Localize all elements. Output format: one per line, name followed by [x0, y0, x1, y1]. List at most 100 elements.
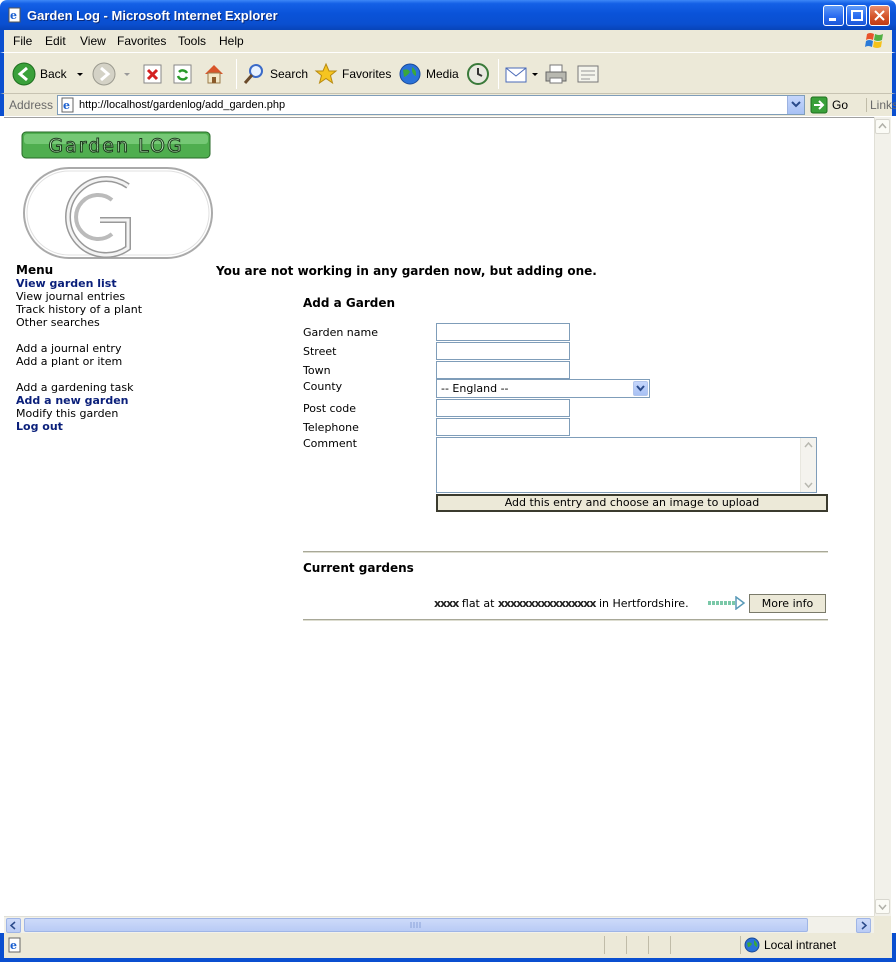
- minimize-button[interactable]: [823, 5, 844, 26]
- status-segment: [648, 936, 649, 954]
- menu-view[interactable]: View: [80, 34, 106, 48]
- maximize-button[interactable]: [846, 5, 867, 26]
- scroll-right-button[interactable]: [856, 918, 871, 933]
- address-label: Address: [9, 98, 54, 112]
- close-button[interactable]: [869, 5, 890, 26]
- history-clock-icon: [467, 63, 489, 85]
- chevron-down-icon: [878, 904, 887, 911]
- town-label: Town: [303, 364, 331, 377]
- menu-log-out[interactable]: Log out: [16, 420, 142, 433]
- chevron-down-icon[interactable]: [75, 69, 85, 79]
- menu-help[interactable]: Help: [219, 34, 244, 48]
- menu-add-journal-entry[interactable]: Add a journal entry: [16, 342, 142, 355]
- back-arrow-icon: [12, 62, 36, 86]
- grip-icon: [410, 922, 421, 928]
- menu-add-plant[interactable]: Add a plant or item: [16, 355, 142, 368]
- chevron-right-icon: [861, 921, 868, 930]
- scroll-left-button[interactable]: [6, 918, 21, 933]
- mail-icon: [505, 67, 527, 83]
- street-input[interactable]: [436, 342, 570, 360]
- address-dropdown-button[interactable]: [787, 96, 804, 114]
- menu-file[interactable]: File: [13, 34, 32, 48]
- toolbar-separator: [236, 59, 237, 89]
- stop-icon: [143, 64, 162, 84]
- telephone-input[interactable]: [436, 418, 570, 436]
- status-segment: [626, 936, 627, 954]
- status-bar: e Local intranet: [0, 933, 896, 962]
- horizontal-scrollbar[interactable]: [4, 916, 874, 933]
- mail-button[interactable]: [504, 61, 540, 87]
- ie-page-icon: e: [8, 937, 21, 953]
- street-label: Street: [303, 345, 337, 358]
- garden-name-input[interactable]: [436, 323, 570, 341]
- county-dropdown-button[interactable]: [633, 381, 648, 396]
- address-input[interactable]: e http://localhost/gardenlog/add_garden.…: [57, 95, 805, 115]
- ie-page-icon: e: [61, 97, 74, 113]
- menu-add-new-garden[interactable]: Add a new garden: [16, 394, 142, 407]
- horizontal-scroll-thumb[interactable]: [24, 918, 808, 932]
- menu-other-searches[interactable]: Other searches: [16, 316, 142, 329]
- windows-logo-icon: [865, 33, 883, 48]
- chevron-down-icon[interactable]: [530, 69, 540, 79]
- svg-text:e: e: [63, 99, 70, 112]
- scroll-up-button[interactable]: [875, 119, 890, 134]
- chevron-down-icon[interactable]: [122, 69, 132, 79]
- menu-tools[interactable]: Tools: [178, 34, 206, 48]
- edit-page-icon: [577, 65, 599, 83]
- status-segment: [740, 936, 741, 954]
- comment-textarea[interactable]: [436, 437, 817, 493]
- security-zone[interactable]: Local intranet: [744, 937, 836, 953]
- home-icon: [205, 65, 223, 84]
- more-info-button[interactable]: More info: [749, 594, 826, 613]
- chevron-down-icon: [791, 101, 801, 108]
- printer-icon: [545, 64, 567, 84]
- go-button[interactable]: Go: [810, 96, 848, 114]
- home-button[interactable]: [202, 61, 226, 87]
- garden-entry: xxxx flat at xxxxxxxxxxxxxxxx in Hertfor…: [434, 597, 689, 610]
- divider: [303, 619, 828, 621]
- garden-log-logo: Garden LOG: [21, 131, 213, 259]
- status-notice: You are not working in any garden now, b…: [216, 264, 597, 278]
- postcode-input[interactable]: [436, 399, 570, 417]
- refresh-button[interactable]: [172, 61, 194, 87]
- forward-button[interactable]: [92, 61, 132, 87]
- menu-add-gardening-task[interactable]: Add a gardening task: [16, 381, 142, 394]
- menu-modify-garden[interactable]: Modify this garden: [16, 407, 142, 420]
- logo-text: Garden LOG: [48, 135, 183, 157]
- submit-add-entry-button[interactable]: Add this entry and choose an image to up…: [436, 494, 828, 512]
- maximize-icon: [851, 10, 863, 21]
- stop-button[interactable]: [142, 61, 164, 87]
- town-input[interactable]: [436, 361, 570, 379]
- county-select[interactable]: -- England --: [436, 379, 650, 398]
- redacted-text: xxxx: [434, 597, 459, 610]
- scrollbar-corner: [874, 916, 891, 933]
- postcode-label: Post code: [303, 402, 357, 415]
- menu-edit[interactable]: Edit: [45, 34, 66, 48]
- side-menu: Menu View garden list View journal entri…: [16, 264, 142, 434]
- intranet-globe-icon: [744, 937, 760, 953]
- window-title: Garden Log - Microsoft Internet Explorer: [27, 8, 278, 23]
- chevron-down-icon: [636, 385, 645, 392]
- county-selected-value: -- England --: [441, 382, 509, 395]
- title-bar[interactable]: e Garden Log - Microsoft Internet Explor…: [0, 0, 896, 30]
- edit-button[interactable]: [576, 61, 600, 87]
- links-button[interactable]: Links: [866, 98, 896, 112]
- favorites-button[interactable]: Favorites: [314, 61, 391, 87]
- media-button[interactable]: Media: [398, 61, 459, 87]
- close-icon: [874, 10, 885, 21]
- scroll-arrows-icon: [804, 441, 813, 489]
- vertical-scrollbar[interactable]: [874, 117, 891, 916]
- back-button[interactable]: Back: [12, 61, 85, 87]
- arrow-right-icon: [708, 596, 746, 610]
- print-button[interactable]: [544, 61, 568, 87]
- history-button[interactable]: [466, 61, 490, 87]
- comment-scrollbar[interactable]: [800, 438, 816, 492]
- redacted-text: xxxxxxxxxxxxxxxx: [497, 597, 597, 610]
- comment-label: Comment: [303, 437, 357, 450]
- menu-view-journal-entries[interactable]: View journal entries: [16, 290, 142, 303]
- scroll-down-button[interactable]: [875, 899, 890, 914]
- menu-track-history[interactable]: Track history of a plant: [16, 303, 142, 316]
- menu-view-garden-list[interactable]: View garden list: [16, 277, 142, 290]
- search-button[interactable]: Search: [242, 61, 308, 87]
- menu-favorites[interactable]: Favorites: [117, 34, 166, 48]
